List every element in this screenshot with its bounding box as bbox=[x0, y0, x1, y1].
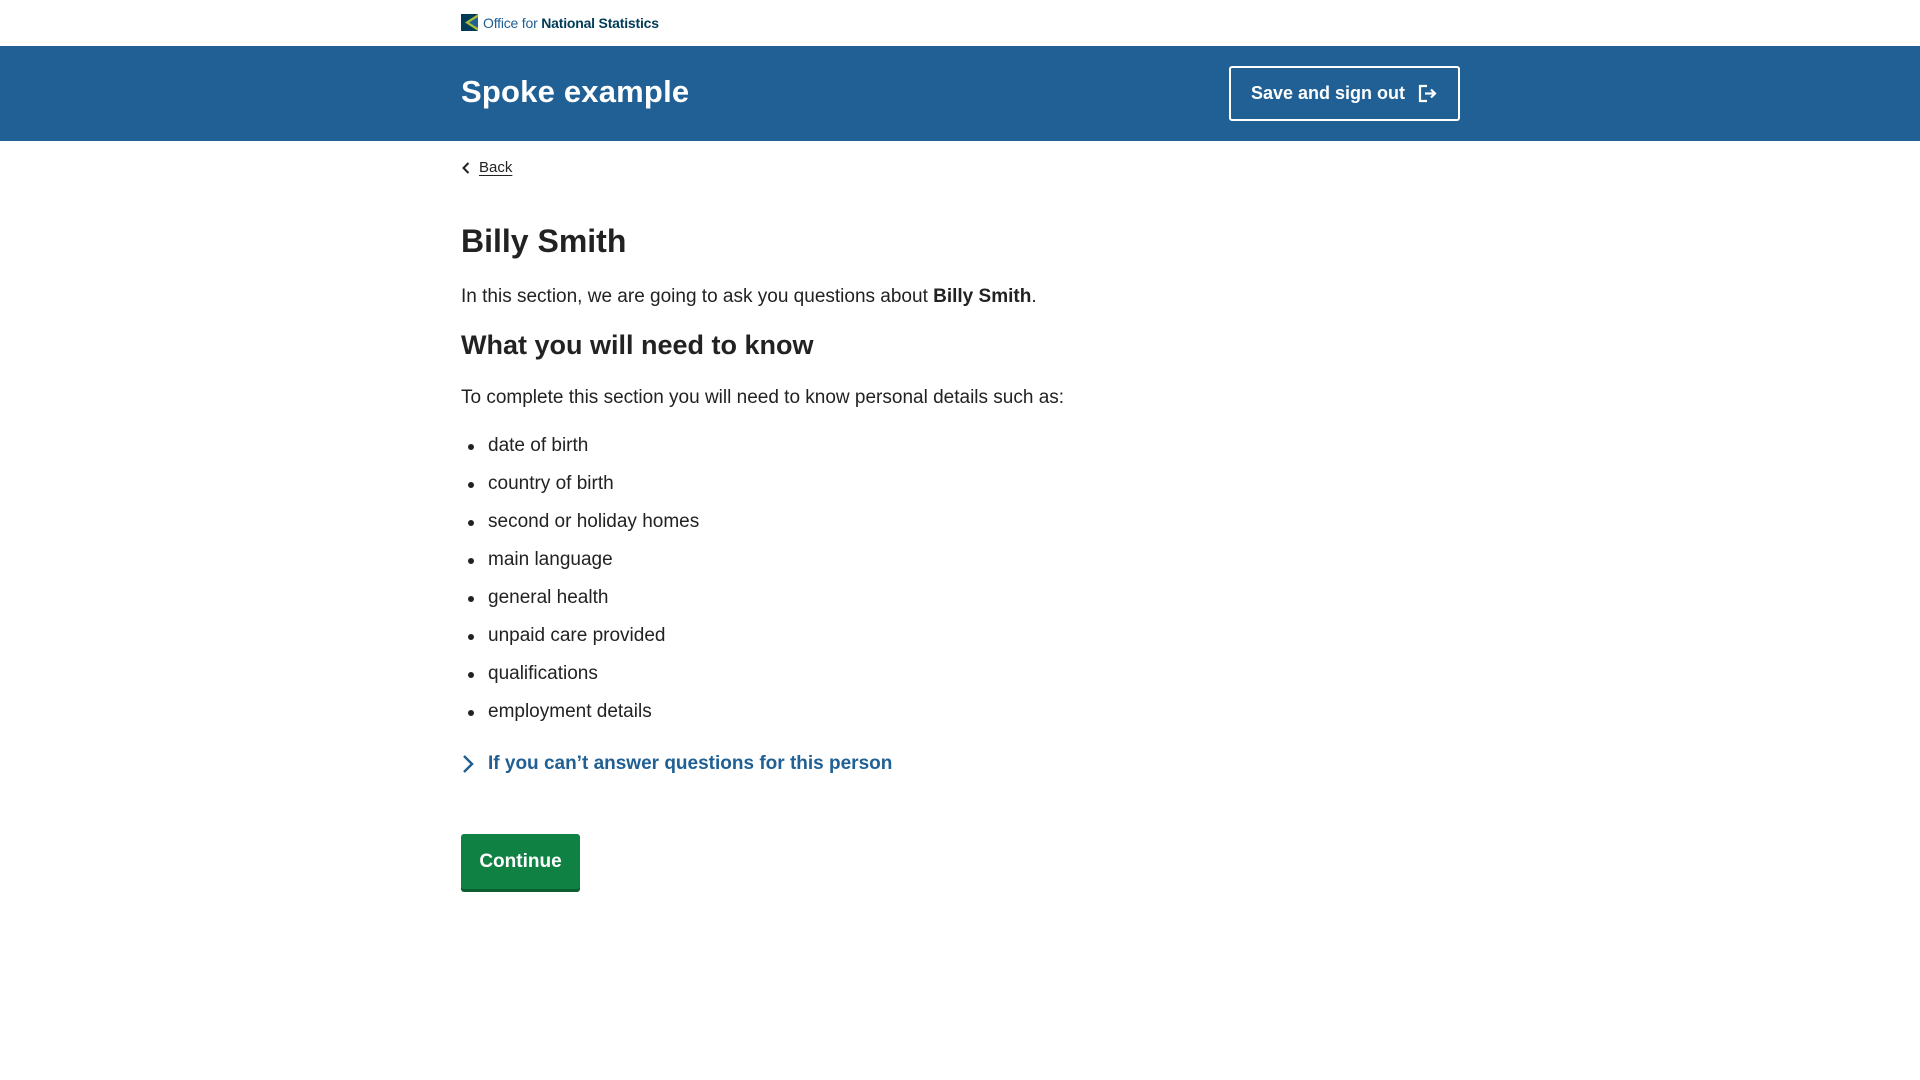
list-item: main language bbox=[467, 542, 699, 580]
back-link-label: Back bbox=[479, 159, 513, 176]
back-link[interactable]: Back bbox=[461, 159, 512, 176]
page-title: Billy Smith bbox=[461, 223, 627, 259]
save-and-sign-out-label: Save and sign out bbox=[1250, 83, 1406, 103]
list-item: qualifications bbox=[467, 656, 699, 694]
list-item: employment details bbox=[467, 694, 699, 732]
required-details-list: date of birth country of birth second or… bbox=[467, 428, 699, 732]
list-item: country of birth bbox=[467, 466, 699, 504]
disclosure-label: If you can’t answer questions for this p… bbox=[488, 753, 893, 774]
service-title: Spoke example bbox=[461, 74, 690, 109]
ons-logo-icon bbox=[461, 14, 478, 31]
cannot-answer-disclosure[interactable]: If you can’t answer questions for this p… bbox=[461, 753, 892, 775]
ons-masthead: Office for National Statistics bbox=[0, 0, 1920, 46]
service-header: Spoke example Save and sign out bbox=[0, 46, 1920, 141]
chevron-right-icon bbox=[463, 755, 474, 773]
save-and-sign-out-button[interactable]: Save and sign out bbox=[1229, 66, 1460, 121]
section-lead: To complete this section you will need t… bbox=[461, 387, 1065, 408]
person-name: Billy Smith bbox=[933, 286, 1032, 307]
section-intro: In this section, we are going to ask you… bbox=[461, 286, 1037, 307]
list-item: date of birth bbox=[467, 428, 699, 466]
continue-button[interactable]: Continue bbox=[461, 834, 580, 889]
sign-out-icon bbox=[1418, 84, 1437, 103]
list-item: general health bbox=[467, 580, 699, 618]
chevron-left-icon bbox=[462, 161, 470, 174]
list-item: unpaid care provided bbox=[467, 618, 699, 656]
ons-logo-link[interactable]: Office for National Statistics bbox=[461, 14, 659, 31]
section-heading: What you will need to know bbox=[461, 330, 814, 360]
list-item: second or holiday homes bbox=[467, 504, 699, 542]
ons-logo-text: Office for National Statistics bbox=[483, 14, 659, 31]
